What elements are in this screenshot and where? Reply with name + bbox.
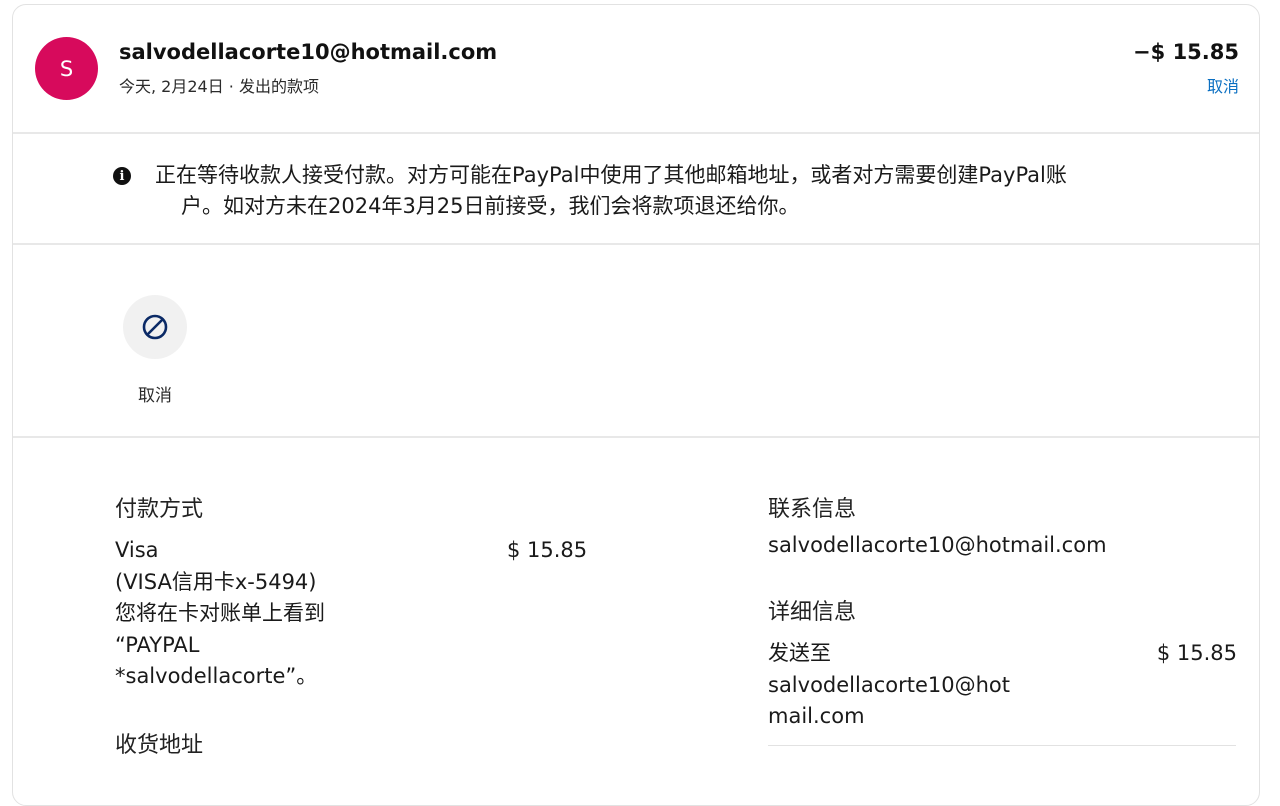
sent-to-email-line-2: mail.com <box>768 704 865 728</box>
contact-info-heading: 联系信息 <box>768 497 857 522</box>
sent-to-label: 发送至 <box>768 641 831 665</box>
transaction-card: S salvodellacorte10@hotmail.com 今天, 2月24… <box>12 4 1260 806</box>
payment-amount: $ 15.85 <box>507 538 588 562</box>
cancel-payment-label: 取消 <box>138 386 172 406</box>
payment-method-name: Visa <box>115 538 159 562</box>
cancel-circle-icon <box>142 314 168 340</box>
statement-line-2: “PAYPAL <box>115 632 200 657</box>
pending-notice: i 正在等待收款人接受付款。对方可能在PayPal中使用了其他邮箱地址，或者对方… <box>13 134 1259 245</box>
transaction-details: 付款方式 Visa (VISA信用卡x-5494) 您将在卡对账单上看到 “PA… <box>13 438 1259 805</box>
details-divider <box>768 745 1236 746</box>
sent-to-info: 发送至 salvodellacorte10@hot mail.com <box>768 638 1068 733</box>
sent-to-email-line-1: salvodellacorte10@hot <box>768 672 1011 697</box>
statement-line-1: 您将在卡对账单上看到 <box>115 601 325 625</box>
notice-line-1: 正在等待收款人接受付款。对方可能在PayPal中使用了其他邮箱地址，或者对方需要… <box>155 163 1067 187</box>
notice-line-2: 户。如对方未在2024年3月25日前接受，我们会将款项退还给你。 <box>181 194 800 218</box>
contact-email: salvodellacorte10@hotmail.com <box>768 533 1107 557</box>
transaction-header: S salvodellacorte10@hotmail.com 今天, 2月24… <box>13 5 1259 134</box>
cancel-link[interactable]: 取消 <box>1207 73 1239 97</box>
info-icon: i <box>113 167 131 185</box>
shipping-address-heading: 收货地址 <box>115 733 204 758</box>
transaction-amount: −$ 15.85 <box>1133 40 1239 64</box>
payment-method-heading: 付款方式 <box>115 497 204 522</box>
recipient-email: salvodellacorte10@hotmail.com <box>119 40 498 64</box>
notice-text: 正在等待收款人接受付款。对方可能在PayPal中使用了其他邮箱地址，或者对方需要… <box>155 160 1215 222</box>
payment-card: (VISA信用卡x-5494) <box>115 569 317 594</box>
avatar: S <box>35 37 98 100</box>
cancel-payment-button[interactable] <box>123 295 187 359</box>
transaction-date-type: 今天, 2月24日 · 发出的款项 <box>119 77 319 96</box>
actions-bar: 取消 <box>13 245 1259 438</box>
sent-to-amount: $ 15.85 <box>1156 641 1237 665</box>
statement-line-3: *salvodellacorte”。 <box>115 664 318 688</box>
details-heading: 详细信息 <box>768 600 857 625</box>
payment-method-info: Visa (VISA信用卡x-5494) 您将在卡对账单上看到 “PAYPAL … <box>115 535 475 693</box>
